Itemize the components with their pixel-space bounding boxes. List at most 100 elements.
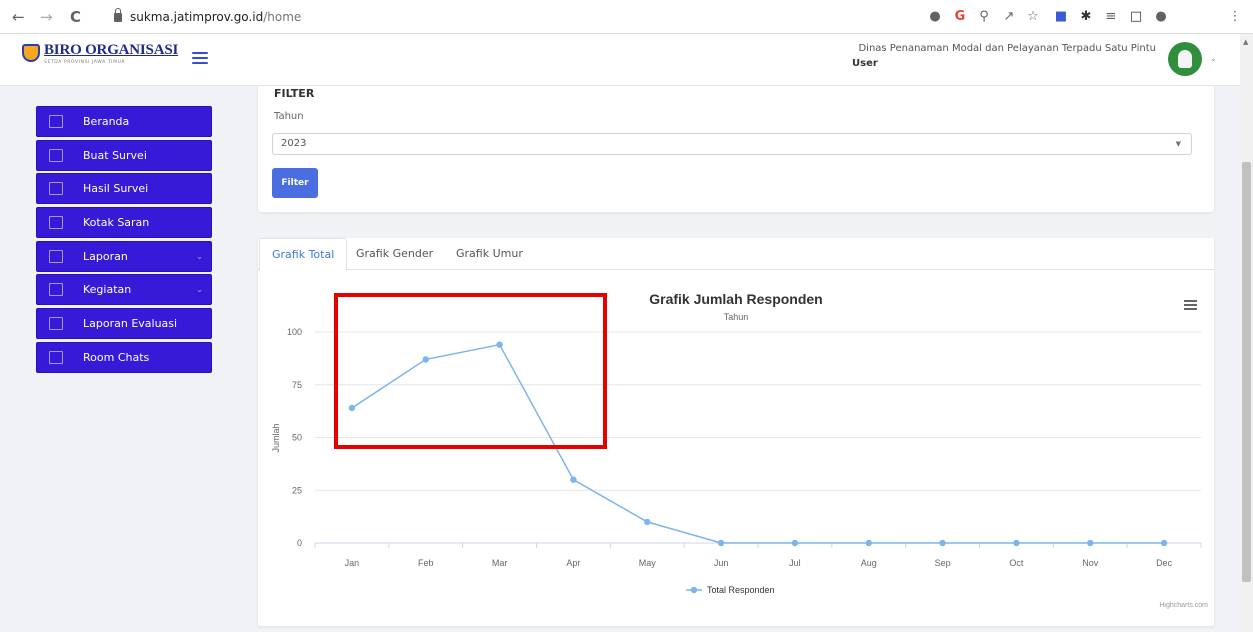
data-point: [422, 356, 429, 363]
legend-marker: [690, 586, 698, 594]
x-tick-label: Apr: [566, 558, 580, 568]
sidebar-item-hasil-survei[interactable]: Hasil Survei: [36, 173, 212, 205]
year-label: Tahun: [274, 111, 304, 122]
brand-logo[interactable]: BIRO ORGANISASI SETDA PROVINSI JAWA TIMU…: [22, 40, 178, 80]
sidebar-item-label: Laporan Evaluasi: [83, 317, 178, 331]
hamburger-menu-icon[interactable]: [192, 52, 208, 64]
scroll-up-icon[interactable]: ▲: [1243, 38, 1248, 46]
legend-item: Total Responden: [707, 585, 775, 595]
chart-subtitle: Tahun: [724, 312, 749, 322]
y-tick-label: 25: [292, 485, 302, 495]
data-point: [496, 341, 503, 348]
sidebar-item-kotak-saran[interactable]: Kotak Saran: [36, 207, 212, 239]
document-icon: [49, 317, 63, 331]
location-icon[interactable]: ●: [926, 8, 944, 26]
browser-toolbar: ← → C sukma.jatimprov.go.id/home ● G ⚲ ↗…: [0, 0, 1253, 34]
line-chart: Grafik Jumlah Responden Tahun 0 25 50 75 100 Ju…: [271, 291, 1208, 609]
data-point: [1013, 539, 1020, 547]
chart-credits: Highcharts.com: [1159, 602, 1208, 609]
chart-menu-icon-bar-0: [1184, 300, 1197, 302]
chart-menu-icon-bar-2: [1184, 308, 1197, 310]
zoom-icon[interactable]: ⚲: [975, 8, 993, 26]
sidebar-item-label: Kegiatan: [83, 283, 132, 297]
bookmark-star-icon[interactable]: ☆: [1024, 8, 1042, 26]
user-role: User: [852, 58, 878, 69]
brand-title: BIRO ORGANISASI: [44, 42, 179, 58]
sidebar-item-label: Hasil Survei: [83, 182, 149, 196]
reload-icon[interactable]: C: [70, 8, 81, 26]
chevron-down-icon: ⌄: [196, 285, 203, 295]
brand-subtitle: SETDA PROVINSI JAWA TIMUR: [44, 60, 126, 65]
chevron-down-icon: ⌄: [196, 251, 203, 261]
data-point: [570, 476, 577, 483]
year-select[interactable]: 2023 ▼: [272, 133, 1192, 155]
home-icon: [49, 115, 63, 128]
x-tick-label: Sep: [935, 558, 951, 568]
shield-icon: [22, 44, 40, 62]
extension-icon[interactable]: ■: [1052, 8, 1070, 26]
y-tick-label: 75: [292, 380, 302, 390]
year-select-value: 2023: [281, 138, 307, 149]
scroll-thumb[interactable]: [1242, 162, 1251, 582]
playlist-icon[interactable]: ≡: [1102, 8, 1120, 26]
y-tick-label: 100: [287, 327, 302, 337]
back-icon[interactable]: ←: [12, 8, 25, 26]
x-tick-label: May: [639, 558, 657, 568]
address-bar[interactable]: sukma.jatimprov.go.id/home: [102, 6, 912, 28]
url-path: /home: [263, 10, 302, 24]
x-tick-label: Nov: [1082, 558, 1099, 568]
y-tick-label: 0: [297, 538, 302, 548]
filter-heading: FILTER: [274, 87, 315, 100]
data-point: [939, 539, 946, 547]
sidebar-item-label: Beranda: [83, 115, 130, 128]
x-tick-label: Jan: [345, 558, 360, 568]
folder-icon: [49, 148, 63, 162]
series-line: [351, 343, 1165, 544]
sidebar: Beranda Buat Survei Hasil Survei Kotak S…: [36, 106, 212, 376]
filter-button[interactable]: Filter: [272, 168, 318, 198]
y-tick-label: 50: [292, 433, 302, 443]
select-arrow-icon: ▼: [1175, 140, 1181, 148]
sidebar-item-label: Room Chats: [83, 350, 150, 364]
sidebar-item-laporan[interactable]: Laporan ⌄: [36, 240, 212, 272]
data-point: [717, 539, 725, 547]
avatar[interactable]: [1168, 42, 1202, 76]
sidebar-item-label: Laporan: [83, 249, 128, 263]
chart-card: Grafik Total Grafik Gender Grafik Umur G…: [258, 238, 1214, 626]
sidebar-item-buat-survei[interactable]: Buat Survei: [36, 139, 212, 171]
sidebar-item-beranda[interactable]: Beranda: [36, 106, 212, 137]
data-point: [348, 404, 356, 412]
data-point: [644, 518, 651, 526]
x-tick-label: Oct: [1009, 558, 1024, 568]
inbox-icon: [49, 216, 63, 230]
page-scrollbar[interactable]: ▲: [1240, 34, 1253, 632]
x-tick-label: Aug: [861, 558, 877, 568]
sidebar-item-label: Buat Survei: [83, 148, 147, 162]
organization-name: Dinas Penanaman Modal dan Pelayanan Terp…: [858, 43, 1156, 54]
lock-icon: [114, 8, 122, 22]
chevron-down-icon[interactable]: ⌄: [1210, 54, 1217, 63]
x-tick-label: Feb: [418, 558, 434, 568]
data-point: [1160, 539, 1168, 547]
share-icon[interactable]: ↗: [1000, 8, 1018, 26]
report-icon: [49, 249, 63, 263]
url-host: sukma.jatimprov.go.id: [130, 10, 264, 24]
sidepanel-icon[interactable]: □: [1127, 8, 1145, 26]
sidebar-item-laporan-evaluasi[interactable]: Laporan Evaluasi: [36, 308, 212, 340]
puzzle-icon[interactable]: ✱: [1077, 8, 1095, 26]
x-tick-label: Jun: [714, 558, 729, 568]
google-icon[interactable]: G: [951, 8, 969, 26]
sidebar-item-room-chats[interactable]: Room Chats: [36, 341, 212, 373]
menu-dots-icon[interactable]: ⋮: [1226, 8, 1244, 26]
chart-title: Grafik Jumlah Responden: [649, 291, 822, 307]
chat-icon: [49, 350, 63, 364]
sidebar-item-kegiatan[interactable]: Kegiatan ⌄: [36, 274, 212, 306]
profile-icon[interactable]: ●: [1152, 8, 1170, 26]
calendar-icon: [49, 283, 63, 297]
app-header: BIRO ORGANISASI SETDA PROVINSI JAWA TIMU…: [0, 34, 1240, 86]
forward-icon[interactable]: →: [40, 8, 53, 26]
x-tick-label: Jul: [789, 558, 801, 568]
clipboard-icon: [49, 182, 63, 196]
filter-card: FILTER Tahun 2023 ▼ Filter: [258, 86, 1214, 212]
chart-menu-icon-bar-1: [1184, 304, 1197, 306]
